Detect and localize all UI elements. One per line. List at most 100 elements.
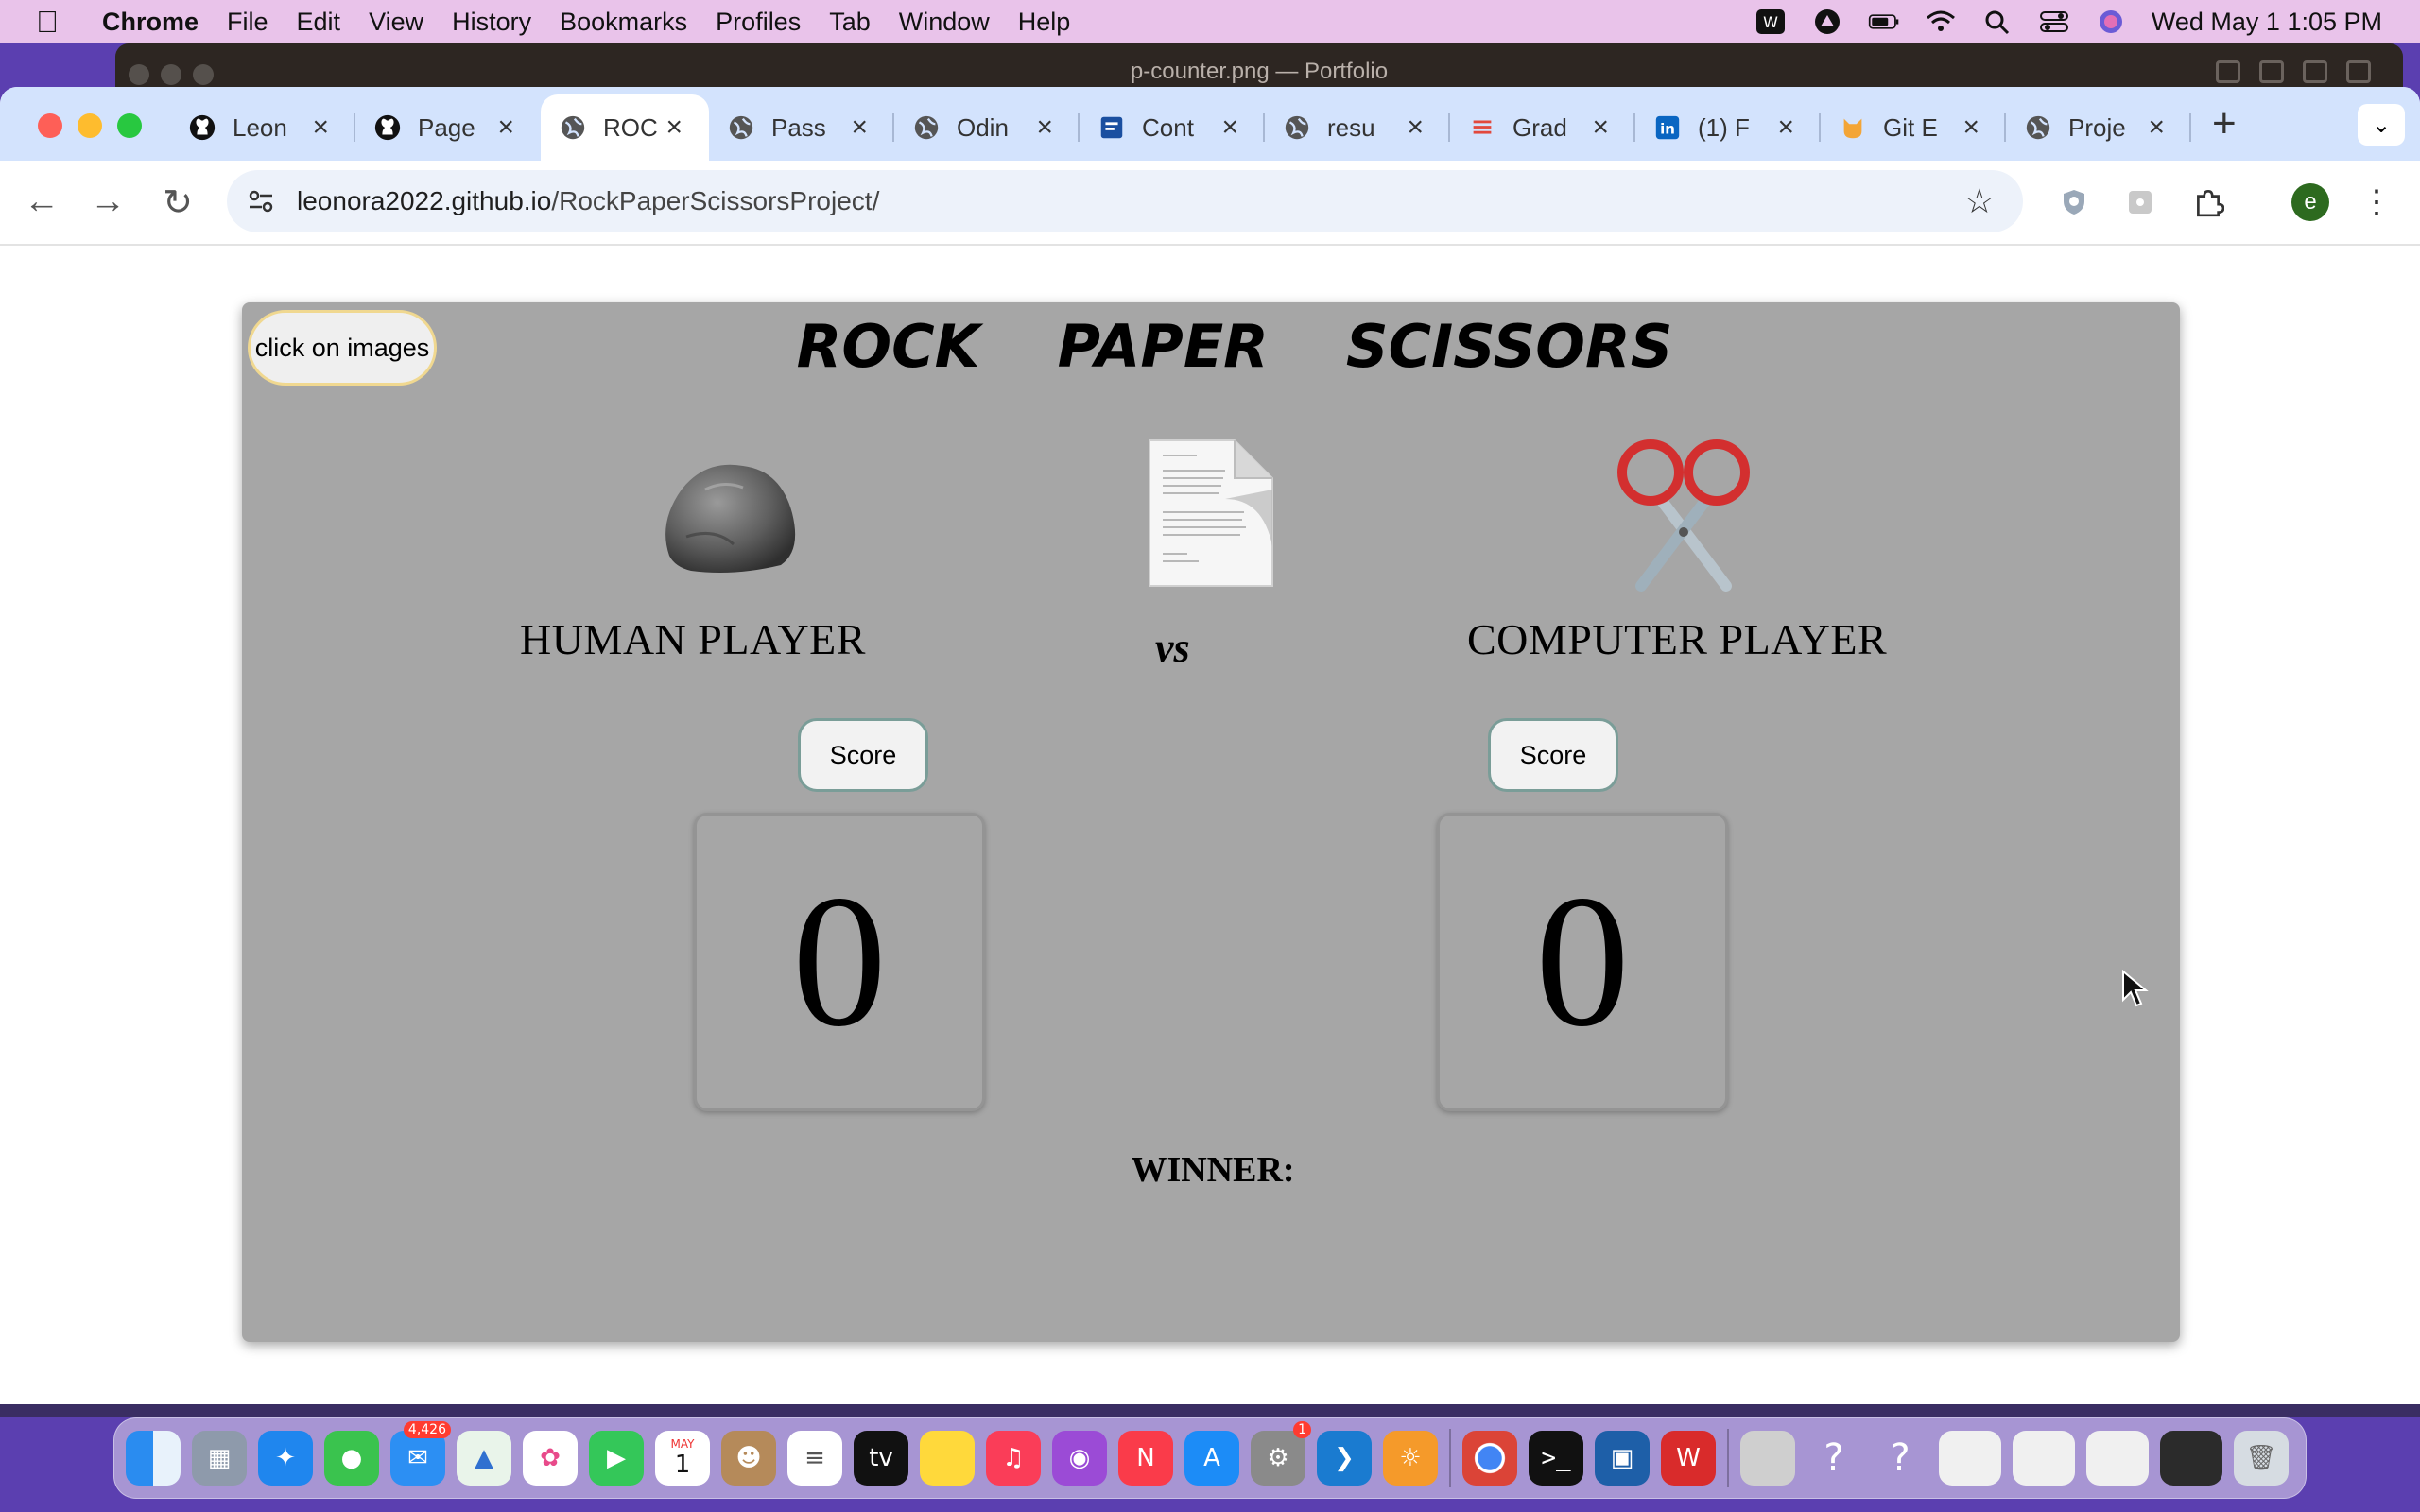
maps-icon[interactable]: ▲ (457, 1431, 511, 1486)
news-icon[interactable]: N (1118, 1431, 1173, 1486)
profile-avatar[interactable]: e (2291, 183, 2329, 221)
browser-tab[interactable]: Leon × (170, 94, 355, 161)
browser-tab[interactable]: in (1) F × (1635, 94, 1821, 161)
menu-window[interactable]: Window (899, 8, 990, 37)
chrome-icon[interactable] (1462, 1431, 1517, 1486)
react-devtools-icon[interactable] (2121, 183, 2159, 221)
reload-icon[interactable]: ↻ (157, 181, 199, 224)
extensions-puzzle-icon[interactable] (2189, 183, 2227, 221)
messages-icon[interactable]: ● (324, 1431, 379, 1486)
menu-file[interactable]: File (227, 8, 268, 37)
human-score-button[interactable]: Score (798, 718, 928, 792)
rock-choice-image[interactable] (648, 433, 809, 593)
spotlight-search-icon[interactable] (1981, 8, 2014, 36)
control-center-icon[interactable] (2038, 8, 2070, 36)
browser-tab[interactable]: resu × (1265, 94, 1450, 161)
zoom-window-button[interactable] (117, 113, 142, 138)
finder-icon[interactable] (126, 1431, 181, 1486)
computer-score-button[interactable]: Score (1488, 718, 1618, 792)
tab-close-icon[interactable]: × (497, 112, 514, 144)
menu-clock[interactable]: Wed May 1 1:05 PM (2152, 8, 2382, 37)
window-thumbnail[interactable] (2160, 1431, 2222, 1486)
tab-close-icon[interactable]: × (1777, 112, 1794, 144)
tab-close-icon[interactable]: × (1036, 112, 1053, 144)
menu-bookmarks[interactable]: Bookmarks (560, 8, 687, 37)
unknown-app-icon[interactable]: ? (1873, 1431, 1927, 1486)
reminders-icon[interactable]: ≡ (787, 1431, 842, 1486)
terminal-icon[interactable]: >_ (1529, 1431, 1583, 1486)
menu-edit[interactable]: Edit (297, 8, 341, 37)
menu-profiles[interactable]: Profiles (716, 8, 801, 37)
window-thumbnail[interactable] (2086, 1431, 2149, 1486)
tab-close-icon[interactable]: × (1221, 112, 1238, 144)
unknown-app-icon[interactable]: ? (1806, 1431, 1861, 1486)
notes-icon[interactable] (920, 1431, 975, 1486)
site-settings-icon[interactable] (246, 186, 284, 216)
battery-icon[interactable] (1868, 8, 1900, 36)
back-arrow-icon[interactable]: ← (21, 181, 62, 222)
tab-label: Pass (771, 112, 826, 142)
tab-search-chevron-icon[interactable]: ⌄ (2358, 104, 2405, 146)
browser-tab[interactable]: Git E × (1821, 94, 2006, 161)
browser-tab[interactable]: Proje × (2006, 94, 2191, 161)
contacts-icon[interactable]: ☻ (721, 1431, 776, 1486)
tab-close-icon[interactable]: × (312, 112, 329, 144)
forward-arrow-icon[interactable]: → (87, 181, 129, 222)
minimize-window-button[interactable] (78, 113, 102, 138)
chrome-menu-icon[interactable]: ⋮ (2358, 183, 2395, 221)
menu-app-name[interactable]: Chrome (102, 8, 199, 37)
wifi-icon[interactable] (1925, 8, 1957, 36)
shield-extension-icon[interactable] (2055, 183, 2093, 221)
paper-choice-image[interactable] (1131, 433, 1291, 593)
scissors-choice-image[interactable] (1603, 433, 1764, 593)
menu-history[interactable]: History (452, 8, 531, 37)
tab-close-icon[interactable]: × (2148, 112, 2165, 144)
podcasts-icon[interactable]: ◉ (1052, 1431, 1107, 1486)
facetime-icon[interactable]: ▶ (589, 1431, 644, 1486)
sourcetree-icon[interactable]: ▣ (1595, 1431, 1650, 1486)
siri-icon[interactable] (2095, 8, 2127, 36)
bookmark-star-icon[interactable]: ☆ (1964, 181, 1995, 221)
tab-close-icon[interactable]: × (666, 112, 683, 144)
wps-status-icon[interactable]: W (1754, 8, 1787, 36)
browser-tab[interactable]: Pass × (709, 94, 894, 161)
svg-text:in: in (1660, 121, 1675, 138)
browser-tab[interactable]: Grad × (1450, 94, 1635, 161)
app-store-icon[interactable]: A (1184, 1431, 1239, 1486)
calendar-icon[interactable]: MAY 1 (655, 1431, 710, 1486)
photos-icon[interactable]: ✿ (523, 1431, 578, 1486)
trash-icon[interactable]: 🗑 (2234, 1431, 2289, 1486)
firefox-icon[interactable]: ☼ (1383, 1431, 1438, 1486)
apple-icon[interactable]:  (36, 5, 83, 40)
vscode-icon[interactable]: ❯ (1317, 1431, 1372, 1486)
tab-separator (2189, 113, 2191, 142)
menu-help[interactable]: Help (1018, 8, 1071, 37)
safari-icon[interactable]: ✦ (258, 1431, 313, 1486)
tab-close-icon[interactable]: × (1962, 112, 1979, 144)
apple-tv-icon[interactable]: tv (854, 1431, 908, 1486)
tab-close-icon[interactable]: × (851, 112, 868, 144)
wps-office-icon[interactable]: W (1661, 1431, 1716, 1486)
winner-label: WINNER: (1131, 1150, 1295, 1190)
menu-tab[interactable]: Tab (829, 8, 871, 37)
new-tab-button[interactable]: + (2212, 100, 2237, 147)
launchpad-icon[interactable]: ▦ (192, 1431, 247, 1486)
document-preview-icon[interactable] (1740, 1431, 1795, 1486)
mail-icon[interactable]: ✉ 4,426 (390, 1421, 451, 1486)
window-thumbnail[interactable] (1939, 1431, 2001, 1486)
browser-tab[interactable]: Page × (355, 94, 541, 161)
tab-label: Grad (1512, 112, 1567, 142)
close-window-button[interactable] (38, 113, 62, 138)
tab-label: ROC (603, 112, 658, 142)
browser-tab[interactable]: ROC × (541, 94, 709, 161)
browser-tab[interactable]: Cont × (1080, 94, 1265, 161)
system-settings-icon[interactable]: ⚙ 1 (1251, 1421, 1311, 1486)
tab-close-icon[interactable]: × (1407, 112, 1424, 144)
window-thumbnail[interactable] (2013, 1431, 2075, 1486)
menu-view[interactable]: View (369, 8, 424, 37)
address-bar[interactable]: leonora2022.github.io/RockPaperScissorsP… (227, 170, 2023, 232)
vpn-status-icon[interactable] (1811, 8, 1843, 36)
tab-close-icon[interactable]: × (1592, 112, 1609, 144)
music-icon[interactable]: ♫ (986, 1431, 1041, 1486)
browser-tab[interactable]: Odin × (894, 94, 1080, 161)
